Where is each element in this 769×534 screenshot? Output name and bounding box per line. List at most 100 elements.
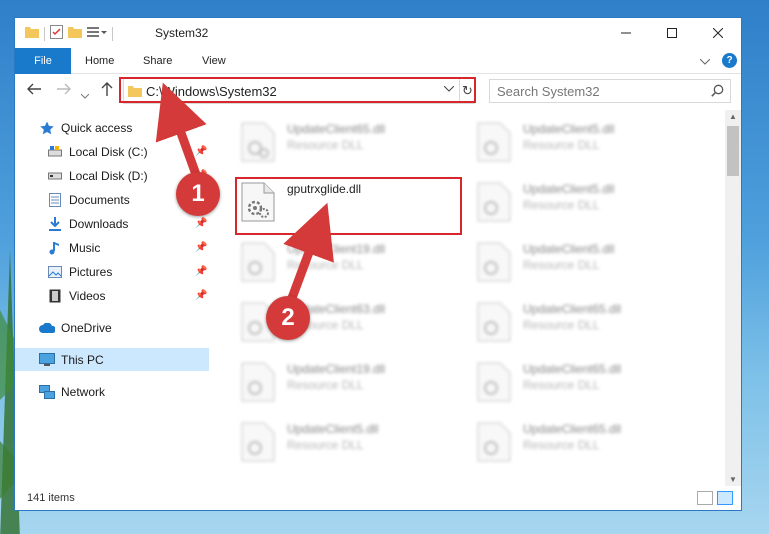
file-item[interactable]: UpdateClient19.dll Resource DLL bbox=[237, 236, 469, 296]
sidebar-item-label: This PC bbox=[61, 352, 104, 367]
file-item[interactable]: UpdateClient5.dll Resource DLL bbox=[473, 176, 705, 236]
file-item[interactable]: UpdateClient5.dll Resource DLL bbox=[473, 116, 705, 176]
file-name: UpdateClient5.dll bbox=[287, 422, 379, 436]
documents-icon bbox=[47, 192, 63, 208]
title-bar: System32 bbox=[15, 18, 741, 48]
file-type: Resource DLL bbox=[287, 378, 364, 392]
file-name: UpdateClient5.dll bbox=[523, 122, 615, 136]
file-item[interactable]: UpdateClient5.dll Resource DLL bbox=[237, 416, 469, 476]
videos-icon bbox=[47, 288, 63, 304]
properties-icon[interactable] bbox=[50, 25, 63, 42]
maximize-button[interactable] bbox=[649, 18, 695, 48]
pin-icon[interactable]: 📌 bbox=[195, 266, 207, 277]
pictures-icon bbox=[47, 264, 63, 280]
close-button[interactable] bbox=[695, 18, 741, 48]
dll-file-icon bbox=[477, 422, 511, 462]
file-name: UpdateClient5.dll bbox=[523, 242, 615, 256]
drive-icon bbox=[47, 144, 63, 160]
file-item[interactable]: UpdateClient65.dll Resource DLL bbox=[473, 416, 705, 476]
music-icon bbox=[47, 240, 63, 256]
drive-icon bbox=[47, 168, 63, 184]
dll-file-icon bbox=[477, 362, 511, 402]
navigation-pane: Quick access Local Disk (C:) 📌 Local Dis… bbox=[15, 110, 209, 486]
sidebar-item-downloads[interactable]: Downloads 📌 bbox=[15, 212, 209, 235]
sidebar-item-network[interactable]: Network bbox=[15, 380, 209, 403]
help-icon[interactable]: ? bbox=[722, 53, 737, 68]
file-type: Resource DLL bbox=[523, 138, 600, 152]
download-icon bbox=[47, 216, 63, 232]
sidebar-item-label: Pictures bbox=[69, 264, 113, 279]
sidebar-item-music[interactable]: Music 📌 bbox=[15, 236, 209, 259]
dll-file-icon bbox=[477, 182, 511, 222]
file-type: Resource DLL bbox=[523, 258, 600, 272]
sidebar-item-videos[interactable]: Videos 📌 bbox=[15, 284, 209, 307]
computer-icon bbox=[39, 352, 55, 368]
up-button[interactable] bbox=[101, 82, 113, 100]
tab-file[interactable]: File bbox=[15, 48, 71, 74]
sidebar-item-label: OneDrive bbox=[61, 320, 112, 335]
tab-view[interactable]: View bbox=[202, 48, 226, 74]
sidebar-item-pictures[interactable]: Pictures 📌 bbox=[15, 260, 209, 283]
file-item[interactable]: UpdateClient65.dll Resource DLL bbox=[473, 356, 705, 416]
ribbon-tabs: File Home Share View ? bbox=[15, 48, 741, 74]
file-item[interactable]: UpdateClient65.dll Resource DLL bbox=[237, 116, 469, 176]
step-2-badge: 2 bbox=[266, 296, 310, 340]
file-name: UpdateClient5.dll bbox=[523, 182, 615, 196]
scroll-up-icon[interactable]: ▲ bbox=[729, 112, 737, 121]
file-name: UpdateClient65.dll bbox=[287, 122, 386, 136]
tab-share[interactable]: Share bbox=[143, 48, 172, 74]
file-type: Resource DLL bbox=[523, 198, 600, 212]
tab-home[interactable]: Home bbox=[85, 48, 114, 74]
navigation-bar: C:\Windows\System32 ↻ Search System32 bbox=[15, 74, 741, 108]
dll-file-icon bbox=[477, 122, 511, 162]
file-name: UpdateClient65.dll bbox=[523, 302, 622, 316]
sidebar-item-label: Network bbox=[61, 384, 106, 399]
sidebar-item-label: Videos bbox=[69, 288, 106, 303]
file-type: Resource DLL bbox=[287, 438, 364, 452]
pin-icon[interactable]: 📌 bbox=[195, 242, 207, 253]
pin-icon[interactable]: 📌 bbox=[195, 218, 207, 229]
details-view-icon[interactable] bbox=[697, 491, 713, 505]
new-folder-icon[interactable] bbox=[68, 26, 82, 41]
recent-locations-icon[interactable] bbox=[80, 86, 90, 103]
sidebar-item-label: Music bbox=[69, 240, 101, 255]
sidebar-item-quick-access[interactable]: Quick access bbox=[15, 116, 209, 139]
sidebar-item-label: Local Disk (C:) bbox=[69, 144, 148, 159]
star-icon bbox=[39, 120, 55, 136]
sidebar-item-this-pc[interactable]: This PC bbox=[15, 348, 209, 371]
window-controls bbox=[603, 18, 741, 48]
customize-toolbar-icon[interactable] bbox=[87, 26, 107, 41]
pin-icon[interactable]: 📌 bbox=[195, 146, 207, 157]
file-item[interactable]: UpdateClient65.dll Resource DLL bbox=[473, 296, 705, 356]
sidebar-item-onedrive[interactable]: OneDrive bbox=[15, 316, 209, 339]
back-button[interactable] bbox=[27, 82, 41, 99]
scrollbar-thumb[interactable] bbox=[727, 126, 739, 176]
step-1-badge: 1 bbox=[176, 172, 220, 216]
folder-icon bbox=[25, 26, 39, 41]
sidebar-item-label: Downloads bbox=[69, 216, 129, 231]
search-placeholder: Search System32 bbox=[497, 84, 600, 99]
file-explorer-window: System32 File Home Share View ? C:\Windo… bbox=[14, 17, 742, 511]
dll-file-icon bbox=[241, 242, 275, 282]
minimize-button[interactable] bbox=[603, 18, 649, 48]
item-count: 141 items bbox=[27, 492, 75, 504]
file-item[interactable]: UpdateClient19.dll Resource DLL bbox=[237, 356, 469, 416]
sidebar-item-local-disk-c[interactable]: Local Disk (C:) 📌 bbox=[15, 140, 209, 163]
network-icon bbox=[39, 384, 55, 400]
forward-button[interactable] bbox=[57, 82, 71, 99]
file-name: UpdateClient65.dll bbox=[523, 362, 622, 376]
vertical-scrollbar[interactable]: ▲ ▼ bbox=[725, 110, 741, 486]
large-icons-view-icon[interactable] bbox=[717, 491, 733, 505]
expand-ribbon-icon[interactable] bbox=[699, 54, 711, 68]
dll-file-icon bbox=[241, 122, 275, 162]
pin-icon[interactable]: 📌 bbox=[195, 290, 207, 301]
dll-file-icon bbox=[241, 422, 275, 462]
file-name: UpdateClient65.dll bbox=[523, 422, 622, 436]
dll-file-icon bbox=[241, 362, 275, 402]
scroll-down-icon[interactable]: ▼ bbox=[729, 475, 737, 484]
dll-file-icon bbox=[477, 242, 511, 282]
address-highlight-box bbox=[119, 77, 476, 103]
file-name: UpdateClient19.dll bbox=[287, 362, 386, 376]
search-input[interactable]: Search System32 bbox=[489, 79, 731, 103]
file-item[interactable]: UpdateClient5.dll Resource DLL bbox=[473, 236, 705, 296]
